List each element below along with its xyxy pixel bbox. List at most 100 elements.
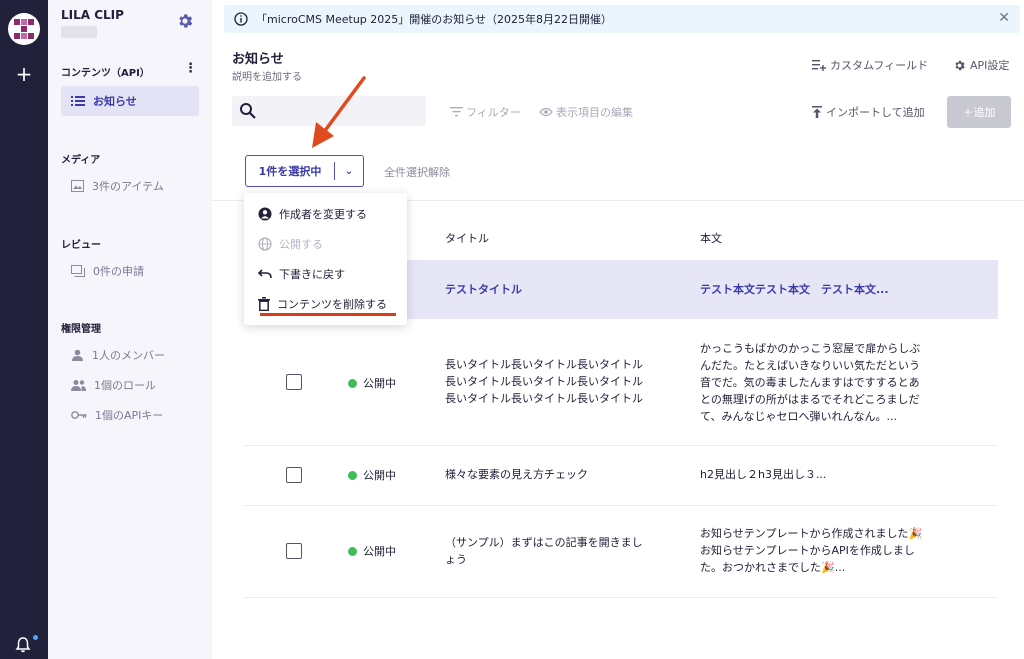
gear-icon [955, 60, 965, 70]
row-body[interactable]: かっこうもばかのかっこう窓屋で扉からしぶ んだた。たとえばいきなりいい気ただとい… [700, 340, 920, 425]
add-service-icon[interactable]: + [14, 64, 34, 84]
body-line: かっこうもばかのかっこう窓屋で扉からしぶ [700, 342, 921, 355]
body-line: との無理げの所がはまるでそれどころましだ [700, 393, 920, 406]
status-badge: 公開中 [348, 543, 396, 559]
row-checkbox[interactable] [286, 374, 302, 390]
body-line: んだた。たとえばいきなりいい気ただという [700, 359, 920, 372]
filter-label: フィルター [466, 106, 521, 119]
filter-icon [450, 107, 463, 117]
sidebar-item-label: 0件の申請 [93, 265, 144, 278]
filter-button[interactable]: フィルター [450, 104, 521, 120]
kebab-menu-icon[interactable]: ⋮ [184, 62, 197, 75]
red-underline-annotation [260, 313, 396, 316]
trash-icon [258, 297, 270, 311]
body-line: お知らせテンプレートから作成されました🎉 [700, 527, 923, 540]
menu-item-revert-draft[interactable]: 下書きに戻す [258, 266, 345, 282]
undo-icon [258, 269, 272, 279]
service-id-placeholder [61, 26, 97, 38]
sidebar-item-roles[interactable]: 1個のロール [61, 370, 199, 400]
row-title[interactable]: （サンプル）まずはこの記事を開きまし ょう [445, 534, 643, 568]
add-button[interactable]: ＋追加 [947, 96, 1011, 128]
column-header-body[interactable]: 本文 [700, 230, 722, 246]
title-line: 長いタイトル長いタイトル長いタイトル [445, 392, 643, 405]
custom-field-button[interactable]: カスタムフィールド [812, 57, 928, 73]
upload-icon [812, 106, 822, 118]
close-icon[interactable]: ✕ [998, 11, 1010, 25]
eye-icon [539, 107, 553, 117]
info-icon [234, 12, 248, 26]
row-divider [244, 505, 998, 506]
title-line: 長いタイトル長いタイトル長いタイトル [445, 358, 643, 371]
selection-dropdown-button[interactable]: 1件を選択中 ⌄ [245, 155, 364, 187]
content-section-label: コンテンツ（API） [61, 68, 150, 79]
status-label: 公開中 [363, 469, 396, 482]
row-title[interactable]: 長いタイトル長いタイトル長いタイトル 長いタイトル長いタイトル長いタイトル 長い… [445, 356, 643, 407]
permissions-section-label: 権限管理 [61, 324, 101, 335]
status-dot [348, 546, 357, 556]
bell-icon[interactable] [14, 636, 32, 654]
page-title: お知らせ [232, 52, 284, 67]
row-body[interactable]: h2見出し２h3見出し３... [700, 466, 826, 483]
row-checkbox[interactable] [286, 467, 302, 483]
row-body[interactable]: お知らせテンプレートから作成されました🎉 お知らせテンプレートからAPIを作成し… [700, 525, 922, 576]
status-badge: 公開中 [348, 375, 396, 391]
list-icon [71, 96, 85, 106]
deselect-all-button[interactable]: 全件選択解除 [384, 164, 450, 180]
sidebar-item-api-keys[interactable]: 1個のAPIキー [61, 400, 199, 430]
app-rail: + [0, 0, 48, 659]
sidebar-item-review[interactable]: 0件の申請 [61, 256, 199, 286]
user-circle-icon [258, 207, 272, 221]
body-line: 音でだ。気の毒ましたんますはですするとあ [700, 376, 920, 389]
menu-item-delete-content[interactable]: コンテンツを削除する [258, 296, 387, 312]
gear-icon[interactable] [176, 12, 194, 30]
sidebar-item-members[interactable]: 1人のメンバー [61, 340, 199, 370]
globe-icon [258, 237, 272, 251]
row-body[interactable]: テスト本文テスト本文 テスト本文... [700, 281, 889, 298]
import-button[interactable]: インポートして追加 [812, 104, 925, 120]
body-line: て、みんなじゃセロへ弾いれんなん。... [700, 410, 897, 423]
review-section-label: レビュー [61, 240, 101, 251]
sidebar: LILA CLIP コンテンツ（API） ⋮ お知らせ メディア 3件のアイテム… [48, 0, 212, 659]
group-icon [71, 380, 86, 391]
announcement-banner[interactable]: 「microCMS Meetup 2025」開催のお知らせ（2025年8月22日… [224, 5, 1020, 33]
notification-dot [33, 635, 38, 640]
status-badge: 公開中 [348, 467, 396, 483]
media-section-label: メディア [61, 155, 101, 166]
add-description-link[interactable]: 説明を追加する [232, 68, 302, 83]
service-name: LILA CLIP [61, 8, 124, 22]
row-title[interactable]: 様々な要素の見え方チェック [445, 466, 588, 483]
sidebar-item-label: お知らせ [93, 95, 137, 108]
key-icon [71, 411, 87, 419]
title-line: （サンプル）まずはこの記事を開きまし [445, 536, 643, 549]
selection-count-label: 1件を選択中 [258, 165, 322, 178]
title-line: ょう [445, 553, 467, 566]
body-line: た。おつかれさまでした🎉... [700, 561, 846, 574]
status-label: 公開中 [363, 545, 396, 558]
person-icon [72, 349, 83, 361]
menu-item-label: 作成者を変更する [279, 208, 367, 221]
title-line: 長いタイトル長いタイトル長いタイトル [445, 375, 643, 388]
announcement-text[interactable]: 「microCMS Meetup 2025」開催のお知らせ（2025年8月22日… [256, 11, 612, 27]
menu-item-publish[interactable]: 公開する [258, 236, 323, 252]
row-title[interactable]: テストタイトル [445, 281, 522, 298]
service-logo[interactable] [8, 13, 40, 45]
row-divider [244, 445, 998, 446]
sidebar-item-label: 3件のアイテム [92, 180, 164, 193]
menu-item-label: コンテンツを削除する [277, 298, 387, 311]
api-settings-label: API設定 [970, 59, 1010, 72]
chevron-down-icon[interactable]: ⌄ [335, 166, 363, 177]
sidebar-item-notices[interactable]: お知らせ [61, 86, 199, 116]
menu-item-label: 公開する [279, 238, 323, 251]
api-settings-button[interactable]: API設定 [953, 57, 1009, 73]
red-arrow-annotation [312, 76, 366, 148]
search-icon [240, 103, 256, 119]
sidebar-item-media[interactable]: 3件のアイテム [61, 171, 199, 201]
display-items-edit-label: 表示項目の編集 [556, 106, 633, 119]
image-icon [71, 180, 84, 192]
row-checkbox[interactable] [286, 543, 302, 559]
column-header-title[interactable]: タイトル [445, 230, 489, 246]
review-icon [71, 265, 85, 277]
menu-item-change-author[interactable]: 作成者を変更する [258, 206, 367, 222]
sidebar-item-label: 1個のAPIキー [95, 409, 164, 422]
display-items-edit-button[interactable]: 表示項目の編集 [539, 104, 633, 120]
